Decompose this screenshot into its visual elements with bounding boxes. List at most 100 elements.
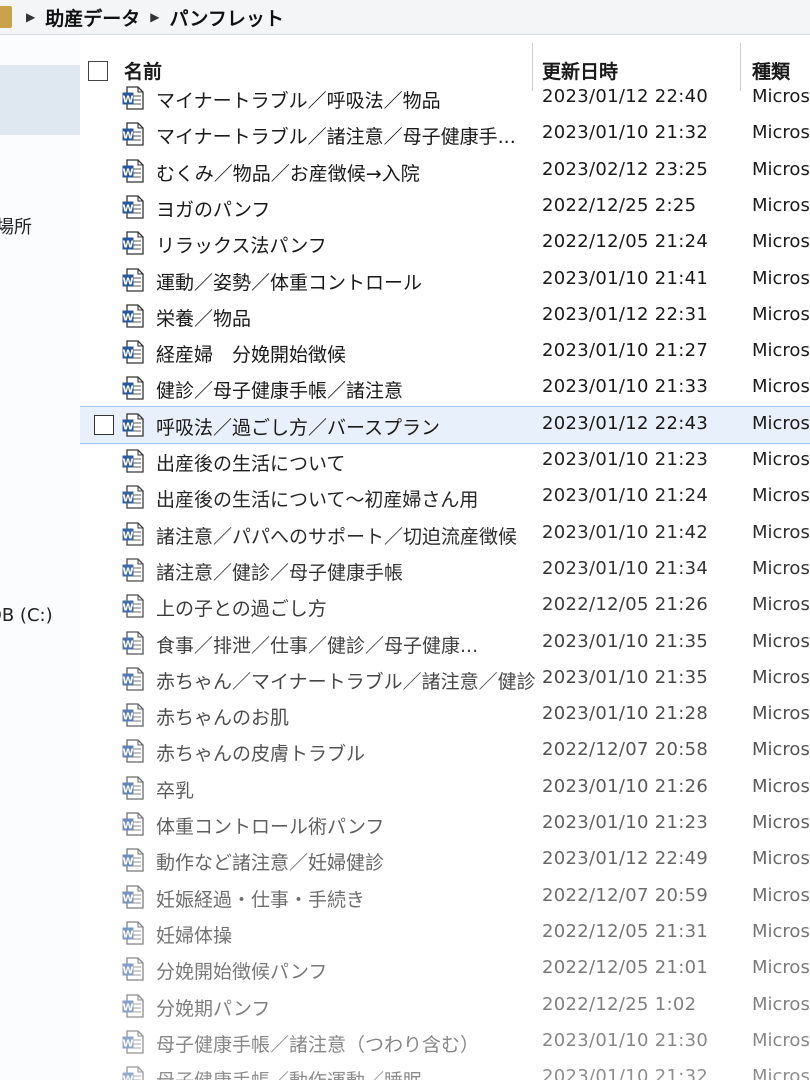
file-row[interactable]: W 出産後の生活について～初産婦さん用 2023/01/10 21:24 Micros [80,479,810,515]
file-row[interactable]: W 分娩期パンフ 2022/12/25 1:02 Microso [80,988,810,1024]
file-name[interactable]: 赤ちゃんのお肌 [156,703,289,730]
file-row[interactable]: W 妊婦体操 2022/12/05 21:31 Microso [80,915,810,951]
file-row[interactable]: W マイナートラブル／諸注意／母子健康手... 2023/01/10 21:32 Mi… [80,116,810,152]
file-row[interactable]: W 妊娠経過・仕事・手続き 2022/12/07 20:59 Microso [80,879,810,915]
file-modified-date: 2023/01/12 22:40 [542,86,709,107]
navigation-pane[interactable]: 場所 DB (C:) [0,35,80,1080]
file-list[interactable]: 名前 更新日時 種類 W マイナートラブル／呼吸法／物品 2023/01/12 22… [80,35,810,1080]
file-type: Micros [752,557,810,579]
file-row[interactable]: W むくみ／物品／お産徴候→入院 2023/02/12 23:25 Micros [80,153,810,189]
file-type: Micros [752,485,810,507]
breadcrumb-item-josan-data[interactable]: 助産データ [45,4,140,31]
file-modified-date: 2023/01/12 22:31 [542,303,709,325]
file-name[interactable]: 栄養／物品 [156,304,251,331]
svg-text:W: W [122,530,133,541]
file-name[interactable]: むくみ／物品／お産徴候→入院 [156,159,420,186]
file-row[interactable]: W 出産後の生活について 2023/01/10 21:23 Micros [80,443,810,479]
file-name[interactable]: 分娩期パンフ [156,994,270,1021]
file-name[interactable]: 母子健康手帳／動作運動／睡眠 [156,1066,422,1080]
file-row[interactable]: W 赤ちゃんのお肌 2023/01/10 21:28 Microso [80,697,810,733]
file-row[interactable]: W 上の子との過ごし方 2022/12/05 21:26 Microso [80,588,810,624]
file-row[interactable]: W 体重コントロール術パンフ 2023/01/10 21:23 Microso [80,806,810,842]
nav-item-drive-c[interactable]: DB (C:) [0,605,53,626]
file-name[interactable]: 体重コントロール術パンフ [156,812,384,839]
file-row[interactable]: W 経産婦 分娩開始徴候 2023/01/10 21:27 Micros [80,334,810,370]
svg-text:W: W [122,1038,133,1049]
word-document-icon: W [122,703,144,727]
file-row[interactable]: W 呼吸法／過ごし方／バースプラン 2023/01/12 22:43 Micros [80,405,810,444]
svg-text:W: W [122,639,133,650]
svg-text:W: W [122,1075,133,1080]
svg-text:W: W [122,566,133,577]
file-row[interactable]: W リラックス法パンフ 2022/12/05 21:24 Micros [80,225,810,261]
nav-item-location[interactable]: 場所 [0,213,32,239]
svg-text:W: W [122,385,133,396]
file-name[interactable]: 上の子との過ごし方 [156,594,327,621]
file-name[interactable]: リラックス法パンフ [156,231,327,258]
word-document-icon: W [122,413,144,437]
breadcrumb-item-pamphlet[interactable]: パンフレット [169,4,283,31]
file-row[interactable]: W 諸注意／健診／母子健康手帳 2023/01/10 21:34 Micros [80,552,810,588]
svg-text:W: W [122,494,133,505]
file-row[interactable]: W 諸注意／パパへのサポート／切迫流産徴候 2023/01/10 21:42 Micr… [80,516,810,552]
select-all-checkbox[interactable] [88,61,108,81]
file-row[interactable]: W 母子健康手帳／諸注意（つわり含む） 2023/01/10 21:30 Micros… [80,1024,810,1060]
nav-item-selected[interactable] [0,65,80,135]
file-type: Micros [752,194,810,216]
file-name[interactable]: ヨガのパンフ [156,195,270,222]
file-type: Microso [752,920,810,942]
file-modified-date: 2023/01/10 21:41 [542,267,709,289]
file-modified-date: 2023/02/12 23:25 [542,158,709,180]
file-modified-date: 2023/01/10 21:28 [542,703,709,725]
file-name[interactable]: 赤ちゃん／マイナートラブル／諸注意／健診 [156,667,536,694]
word-document-icon: W [122,739,144,764]
file-name[interactable]: マイナートラブル／諸注意／母子健康手... [156,122,516,149]
file-name[interactable]: 卒乳 [156,776,194,803]
address-bar[interactable]: ▶ 助産データ ▶ パンフレット [0,0,810,35]
svg-text:W: W [122,421,133,432]
row-checkbox[interactable] [94,414,114,435]
file-name[interactable]: 妊娠経過・仕事・手続き [156,885,365,912]
file-name[interactable]: 食事／排泄／仕事／健診／母子健康... [156,631,478,658]
file-type: Microso [752,594,810,616]
file-row[interactable]: W 食事／排泄／仕事／健診／母子健康... 2023/01/10 21:35 Micr… [80,625,810,661]
file-name[interactable]: 諸注意／パパへのサポート／切迫流産徴候 [156,522,517,549]
file-row[interactable]: W 赤ちゃんの皮膚トラブル 2022/12/07 20:58 Microso [80,733,810,769]
file-type: Microso [752,703,810,725]
file-type: Microso [752,666,810,688]
file-name[interactable]: 赤ちゃんの皮膚トラブル [156,739,365,766]
svg-text:W: W [122,458,133,469]
word-document-icon: W [122,993,144,1018]
file-name[interactable]: 出産後の生活について [156,449,345,476]
file-name[interactable]: 運動／姿勢／体重コントロール [156,268,422,295]
file-row[interactable]: W 卒乳 2023/01/10 21:26 Microso [80,770,810,806]
file-type: Microso [752,848,810,870]
file-type: Microso [752,1029,810,1051]
file-name[interactable]: 妊婦体操 [156,921,232,948]
file-row[interactable]: W 栄養／物品 2023/01/12 22:31 Micros [80,298,810,334]
file-name[interactable]: マイナートラブル／呼吸法／物品 [156,86,441,113]
file-type: Microso [752,739,810,761]
file-row[interactable]: W マイナートラブル／呼吸法／物品 2023/01/12 22:40 Micros [80,80,810,116]
file-name[interactable]: 母子健康手帳／諸注意（つわり含む） [156,1030,479,1057]
file-row[interactable]: W 母子健康手帳／動作運動／睡眠 2023/01/10 21:32 Microso [80,1060,810,1080]
file-row[interactable]: W 動作など諸注意／妊婦健診 2023/01/12 22:49 Microso [80,842,810,878]
word-document-icon: W [122,848,144,872]
file-modified-date: 2023/01/10 21:33 [542,376,709,398]
file-name[interactable]: 動作など諸注意／妊婦健診 [156,848,384,875]
file-row[interactable]: W 分娩開始徴候パンフ 2022/12/05 21:01 Microso [80,951,810,987]
file-row[interactable]: W 運動／姿勢／体重コントロール 2023/01/10 21:41 Micros [80,262,810,298]
file-row[interactable]: W 赤ちゃん／マイナートラブル／諸注意／健診 2023/01/10 21:35 Mic… [80,661,810,697]
file-name[interactable]: 分娩開始徴候パンフ [156,957,327,984]
file-row[interactable]: W ヨガのパンフ 2022/12/25 2:25 Micros [80,189,810,225]
svg-text:W: W [122,712,133,723]
file-name[interactable]: 出産後の生活について～初産婦さん用 [156,485,478,512]
file-row[interactable]: W 健診／母子健康手帳／諸注意 2023/01/10 21:33 Micros [80,370,810,406]
file-name[interactable]: 健診／母子健康手帳／諸注意 [156,376,403,403]
file-name[interactable]: 経産婦 分娩開始徴候 [156,340,346,367]
file-name[interactable]: 諸注意／健診／母子健康手帳 [156,558,403,585]
file-name[interactable]: 呼吸法／過ごし方／バースプラン [156,413,440,440]
word-document-icon: W [122,558,144,582]
word-document-icon: W [122,776,144,800]
file-type: Micros [752,412,810,434]
